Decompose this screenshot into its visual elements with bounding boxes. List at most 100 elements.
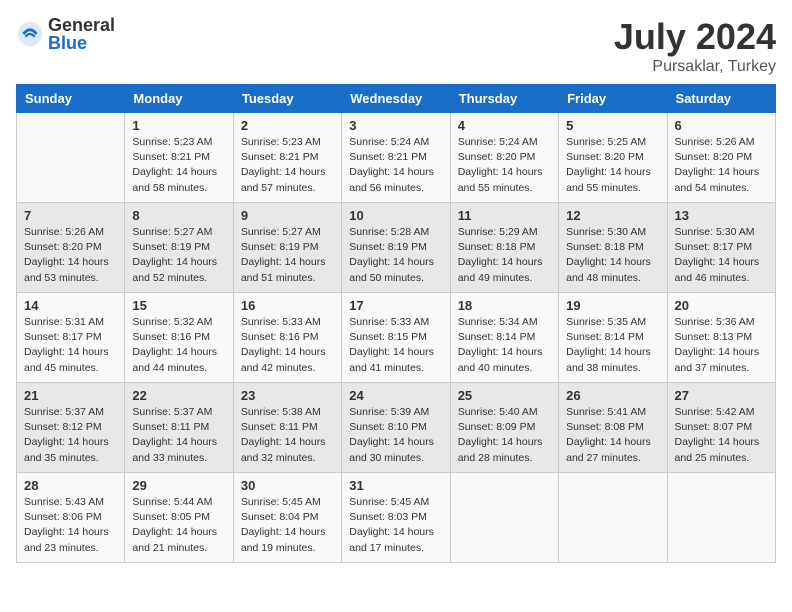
day-info: Sunrise: 5:36 AM Sunset: 8:13 PM Dayligh…	[675, 315, 768, 376]
day-info: Sunrise: 5:30 AM Sunset: 8:17 PM Dayligh…	[675, 225, 768, 286]
day-info: Sunrise: 5:33 AM Sunset: 8:16 PM Dayligh…	[241, 315, 334, 376]
logo-icon	[16, 20, 44, 48]
calendar-cell: 26 Sunrise: 5:41 AM Sunset: 8:08 PM Dayli…	[559, 383, 667, 473]
calendar-cell: 28 Sunrise: 5:43 AM Sunset: 8:06 PM Dayli…	[17, 473, 125, 563]
day-info: Sunrise: 5:24 AM Sunset: 8:21 PM Dayligh…	[349, 135, 442, 196]
logo-general-text: General	[48, 16, 115, 34]
day-info: Sunrise: 5:43 AM Sunset: 8:06 PM Dayligh…	[24, 495, 117, 556]
calendar-cell: 4Sunrise: 5:24 AM Sunset: 8:20 PM Daylig…	[450, 113, 558, 203]
title-block: July 2024 Pursaklar, Turkey	[614, 16, 776, 76]
day-info: Sunrise: 5:37 AM Sunset: 8:12 PM Dayligh…	[24, 405, 117, 466]
col-header-monday: Monday	[125, 85, 233, 113]
day-info: Sunrise: 5:32 AM Sunset: 8:16 PM Dayligh…	[132, 315, 225, 376]
day-info: Sunrise: 5:26 AM Sunset: 8:20 PM Dayligh…	[675, 135, 768, 196]
day-number: 26	[566, 388, 659, 403]
day-info: Sunrise: 5:35 AM Sunset: 8:14 PM Dayligh…	[566, 315, 659, 376]
day-info: Sunrise: 5:41 AM Sunset: 8:08 PM Dayligh…	[566, 405, 659, 466]
day-info: Sunrise: 5:40 AM Sunset: 8:09 PM Dayligh…	[458, 405, 551, 466]
col-header-wednesday: Wednesday	[342, 85, 450, 113]
day-number: 27	[675, 388, 768, 403]
logo-blue-text: Blue	[48, 34, 115, 52]
day-number: 6	[675, 118, 768, 133]
col-header-friday: Friday	[559, 85, 667, 113]
calendar-cell: 24 Sunrise: 5:39 AM Sunset: 8:10 PM Dayli…	[342, 383, 450, 473]
calendar-week-row: 14Sunrise: 5:31 AM Sunset: 8:17 PM Dayli…	[17, 293, 776, 383]
day-info: Sunrise: 5:42 AM Sunset: 8:07 PM Dayligh…	[675, 405, 768, 466]
day-number: 10	[349, 208, 442, 223]
day-number: 31	[349, 478, 442, 493]
day-info: Sunrise: 5:30 AM Sunset: 8:18 PM Dayligh…	[566, 225, 659, 286]
day-number: 13	[675, 208, 768, 223]
day-info: Sunrise: 5:45 AM Sunset: 8:03 PM Dayligh…	[349, 495, 442, 556]
day-info: Sunrise: 5:27 AM Sunset: 8:19 PM Dayligh…	[241, 225, 334, 286]
calendar-cell: 10 Sunrise: 5:28 AM Sunset: 8:19 PM Dayli…	[342, 203, 450, 293]
day-number: 21	[24, 388, 117, 403]
day-info: Sunrise: 5:23 AM Sunset: 8:21 PM Dayligh…	[132, 135, 225, 196]
day-number: 17	[349, 298, 442, 313]
calendar-cell: 18Sunrise: 5:34 AM Sunset: 8:14 PM Dayli…	[450, 293, 558, 383]
calendar-cell: 1 Sunrise: 5:23 AM Sunset: 8:21 PM Daylig…	[125, 113, 233, 203]
day-number: 29	[132, 478, 225, 493]
calendar-cell: 3 Sunrise: 5:24 AM Sunset: 8:21 PM Daylig…	[342, 113, 450, 203]
calendar-cell: 29 Sunrise: 5:44 AM Sunset: 8:05 PM Dayli…	[125, 473, 233, 563]
day-info: Sunrise: 5:45 AM Sunset: 8:04 PM Dayligh…	[241, 495, 334, 556]
day-number: 2	[241, 118, 334, 133]
page-header: General Blue July 2024 Pursaklar, Turkey	[16, 16, 776, 76]
day-info: Sunrise: 5:25 AM Sunset: 8:20 PM Dayligh…	[566, 135, 659, 196]
day-number: 11	[458, 208, 551, 223]
calendar-cell	[559, 473, 667, 563]
logo: General Blue	[16, 16, 115, 52]
day-number: 20	[675, 298, 768, 313]
day-number: 25	[458, 388, 551, 403]
day-info: Sunrise: 5:38 AM Sunset: 8:11 PM Dayligh…	[241, 405, 334, 466]
calendar-cell: 11 Sunrise: 5:29 AM Sunset: 8:18 PM Dayli…	[450, 203, 558, 293]
calendar-cell: 19 Sunrise: 5:35 AM Sunset: 8:14 PM Dayli…	[559, 293, 667, 383]
calendar-cell: 15 Sunrise: 5:32 AM Sunset: 8:16 PM Dayli…	[125, 293, 233, 383]
day-number: 24	[349, 388, 442, 403]
calendar-header-row: SundayMondayTuesdayWednesdayThursdayFrid…	[17, 85, 776, 113]
day-number: 5	[566, 118, 659, 133]
day-info: Sunrise: 5:28 AM Sunset: 8:19 PM Dayligh…	[349, 225, 442, 286]
day-number: 28	[24, 478, 117, 493]
day-info: Sunrise: 5:26 AM Sunset: 8:20 PM Dayligh…	[24, 225, 117, 286]
calendar-cell: 20 Sunrise: 5:36 AM Sunset: 8:13 PM Dayli…	[667, 293, 775, 383]
day-number: 18	[458, 298, 551, 313]
calendar-cell: 12 Sunrise: 5:30 AM Sunset: 8:18 PM Dayli…	[559, 203, 667, 293]
day-info: Sunrise: 5:27 AM Sunset: 8:19 PM Dayligh…	[132, 225, 225, 286]
day-info: Sunrise: 5:37 AM Sunset: 8:11 PM Dayligh…	[132, 405, 225, 466]
calendar-cell: 22Sunrise: 5:37 AM Sunset: 8:11 PM Dayli…	[125, 383, 233, 473]
day-number: 7	[24, 208, 117, 223]
calendar-cell: 21 Sunrise: 5:37 AM Sunset: 8:12 PM Dayli…	[17, 383, 125, 473]
calendar-cell: 23Sunrise: 5:38 AM Sunset: 8:11 PM Dayli…	[233, 383, 341, 473]
day-number: 9	[241, 208, 334, 223]
day-number: 16	[241, 298, 334, 313]
col-header-thursday: Thursday	[450, 85, 558, 113]
day-info: Sunrise: 5:33 AM Sunset: 8:15 PM Dayligh…	[349, 315, 442, 376]
calendar-cell: 13 Sunrise: 5:30 AM Sunset: 8:17 PM Dayli…	[667, 203, 775, 293]
day-number: 12	[566, 208, 659, 223]
day-number: 30	[241, 478, 334, 493]
calendar-week-row: 7 Sunrise: 5:26 AM Sunset: 8:20 PM Daylig…	[17, 203, 776, 293]
calendar-cell	[450, 473, 558, 563]
day-number: 15	[132, 298, 225, 313]
day-number: 19	[566, 298, 659, 313]
col-header-saturday: Saturday	[667, 85, 775, 113]
day-number: 1	[132, 118, 225, 133]
calendar-week-row: 28 Sunrise: 5:43 AM Sunset: 8:06 PM Dayli…	[17, 473, 776, 563]
calendar-week-row: 1 Sunrise: 5:23 AM Sunset: 8:21 PM Daylig…	[17, 113, 776, 203]
day-number: 3	[349, 118, 442, 133]
day-info: Sunrise: 5:24 AM Sunset: 8:20 PM Dayligh…	[458, 135, 551, 196]
calendar-cell: 2 Sunrise: 5:23 AM Sunset: 8:21 PM Daylig…	[233, 113, 341, 203]
day-info: Sunrise: 5:23 AM Sunset: 8:21 PM Dayligh…	[241, 135, 334, 196]
calendar-cell	[17, 113, 125, 203]
calendar-cell: 8Sunrise: 5:27 AM Sunset: 8:19 PM Daylig…	[125, 203, 233, 293]
day-info: Sunrise: 5:29 AM Sunset: 8:18 PM Dayligh…	[458, 225, 551, 286]
col-header-sunday: Sunday	[17, 85, 125, 113]
day-number: 14	[24, 298, 117, 313]
calendar-cell: 30 Sunrise: 5:45 AM Sunset: 8:04 PM Dayli…	[233, 473, 341, 563]
calendar-week-row: 21 Sunrise: 5:37 AM Sunset: 8:12 PM Dayli…	[17, 383, 776, 473]
day-info: Sunrise: 5:44 AM Sunset: 8:05 PM Dayligh…	[132, 495, 225, 556]
day-info: Sunrise: 5:39 AM Sunset: 8:10 PM Dayligh…	[349, 405, 442, 466]
calendar-cell: 14Sunrise: 5:31 AM Sunset: 8:17 PM Dayli…	[17, 293, 125, 383]
calendar-cell: 7 Sunrise: 5:26 AM Sunset: 8:20 PM Daylig…	[17, 203, 125, 293]
